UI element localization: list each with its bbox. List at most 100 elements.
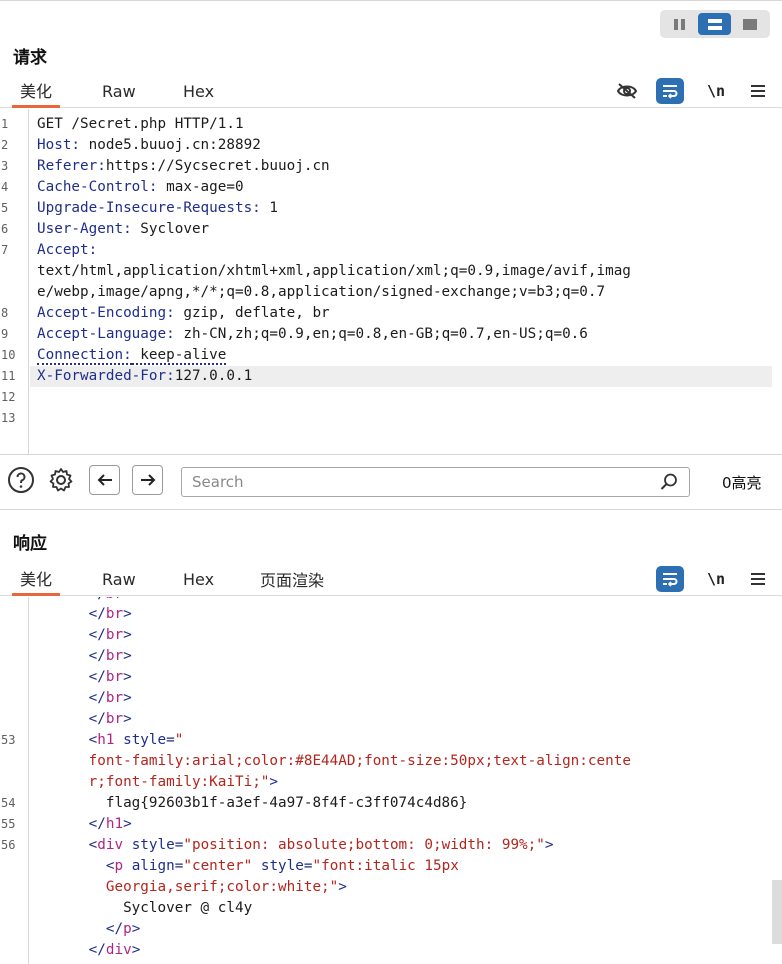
code-line: </h1> <box>37 814 132 835</box>
code-token: r;font-family:KaiTi;" <box>88 774 270 790</box>
code-token: text/html,application/xhtml+xml,applicat… <box>37 263 631 279</box>
response-tab-render[interactable]: 页面渲染 <box>252 562 332 596</box>
line-number: 7 <box>1 243 9 257</box>
response-editor[interactable]: </br> </br> </br> </br> </br> </br> </br… <box>0 597 782 964</box>
code-token: > <box>123 606 132 622</box>
code-token: br <box>105 648 124 664</box>
request-tabs: 美化 Raw Hex \n <box>0 74 782 108</box>
code-line: </br> <box>37 667 132 688</box>
request-tab-hex[interactable]: Hex <box>175 74 222 108</box>
code-token: > <box>123 648 132 664</box>
next-match-button[interactable] <box>132 465 163 495</box>
code-token: > <box>123 669 132 685</box>
code-token: br <box>105 690 124 706</box>
code-token: 1 <box>260 200 279 216</box>
layout-single-button[interactable] <box>733 13 766 35</box>
word-wrap-icon[interactable] <box>656 566 684 592</box>
response-tab-raw[interactable]: Raw <box>94 562 144 596</box>
show-newlines-button[interactable]: \n <box>702 77 730 105</box>
code-line: X-Forwarded-For:127.0.0.1 <box>37 366 252 387</box>
arrow-right-icon <box>140 474 155 486</box>
show-newlines-button[interactable]: \n <box>702 565 730 593</box>
code-line: <h1 style=" <box>37 730 184 751</box>
code-token: </ <box>88 711 106 727</box>
rows-icon <box>707 18 722 30</box>
code-token: </ <box>88 816 106 832</box>
code-token: Host: <box>37 137 81 153</box>
search-input[interactable] <box>182 468 652 496</box>
code-token: zh-CN,zh;q=0.9,en;q=0.8,en-GB;q=0.7,en-U… <box>174 326 588 342</box>
code-token: style= <box>260 858 313 874</box>
code-token: style= <box>123 732 175 748</box>
code-token: align= <box>131 858 184 874</box>
code-token: > <box>123 627 132 643</box>
layout-side-by-side-button[interactable] <box>663 13 696 35</box>
code-token: GET /Secret.php HTTP/1.1 <box>37 116 244 132</box>
code-line: e/webp,image/apng,*/*;q=0.8,application/… <box>37 282 605 303</box>
code-line: GET /Secret.php HTTP/1.1 <box>37 114 244 135</box>
request-tab-pretty[interactable]: 美化 <box>12 74 61 108</box>
code-token: br <box>105 711 124 727</box>
line-number: 10 <box>1 348 16 362</box>
search-box <box>181 467 690 497</box>
code-line: Connection: keep-alive <box>37 345 227 366</box>
code-token: font-family:arial;color:#8E44AD;font-siz… <box>88 753 631 769</box>
single-pane-icon <box>742 18 757 30</box>
line-number: 8 <box>1 306 9 320</box>
search-icon[interactable] <box>659 472 679 496</box>
code-token: 127.0.0.1 <box>174 368 253 384</box>
code-line: Referer:https://Sycsecret.buuoj.cn <box>37 156 330 177</box>
code-token: </ <box>88 942 106 958</box>
code-token: </ <box>88 669 106 685</box>
code-token: br <box>105 627 124 643</box>
layout-stacked-button[interactable] <box>698 13 731 35</box>
code-token: Referer: <box>37 158 106 174</box>
code-token: div <box>105 942 132 958</box>
code-token: User-Agent: <box>37 221 132 237</box>
code-token: br <box>105 669 124 685</box>
code-token: Cache-Control: <box>37 179 158 195</box>
code-token: style= <box>131 837 184 853</box>
word-wrap-icon[interactable] <box>656 78 684 104</box>
layout-toggle <box>660 10 770 38</box>
highlight-count: 0高亮 <box>722 474 762 492</box>
menu-icon[interactable] <box>744 565 772 593</box>
request-tab-raw[interactable]: Raw <box>94 74 144 108</box>
hide-nonprintable-eye-slash-icon[interactable] <box>613 77 641 105</box>
code-line: r;font-family:KaiTi;"> <box>37 772 278 793</box>
line-number: 12 <box>1 390 16 404</box>
code-token: </ <box>88 690 106 706</box>
code-token: br <box>105 606 124 622</box>
previous-match-button[interactable] <box>89 465 120 495</box>
response-scrollbar-thumb[interactable] <box>772 880 782 944</box>
code-token: Accept-Language: <box>37 326 175 342</box>
response-tab-hex[interactable]: Hex <box>175 562 222 596</box>
code-token: "center" <box>183 858 253 874</box>
request-editor[interactable]: 1 GET /Secret.php HTTP/1.1 2 Host: node5.bu… <box>0 109 782 454</box>
code-token: > <box>131 921 141 937</box>
help-icon[interactable] <box>6 465 36 495</box>
line-number: 56 <box>1 838 16 852</box>
code-token: Connection: <box>37 347 132 365</box>
code-token: node5.buuoj.cn:28892 <box>80 137 261 153</box>
code-line: Accept-Encoding: gzip, deflate, br <box>37 303 330 324</box>
line-number: 6 <box>1 222 9 236</box>
response-tab-pretty[interactable]: 美化 <box>12 562 61 596</box>
code-line: Accept-Language: zh-CN,zh;q=0.9,en;q=0.8… <box>37 324 588 345</box>
code-line: Accept: <box>37 240 97 261</box>
code-line: Cache-Control: max-age=0 <box>37 177 244 198</box>
code-line: text/html,application/xhtml+xml,applicat… <box>37 261 631 282</box>
settings-gear-icon[interactable] <box>46 465 76 495</box>
code-token: gzip, deflate, br <box>174 305 330 321</box>
menu-icon[interactable] <box>744 77 772 105</box>
